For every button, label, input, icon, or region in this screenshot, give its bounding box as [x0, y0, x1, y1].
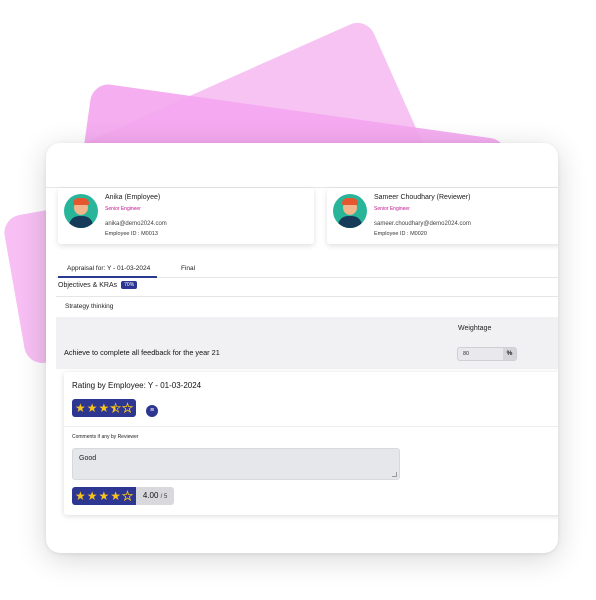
star-icon: ★ [98, 401, 110, 415]
employee-rating-title: Rating by Employee: Y - 01-03-2024 [72, 381, 202, 390]
weightage-unit: % [503, 348, 516, 360]
employee-name: Anika (Employee) [105, 194, 161, 201]
objectives-title: Objectives & KRAs [58, 282, 118, 289]
divider [56, 296, 558, 297]
kra-row: Weightage Achieve to complete all feedba… [56, 317, 558, 369]
weightage-value: 80 [463, 351, 470, 357]
objectives-percent-badge: 70% [121, 281, 138, 289]
reviewer-avatar [333, 194, 367, 228]
employee-email: anika@demo2024.com [105, 221, 167, 227]
objectives-header: Objectives & KRAs 70% [58, 281, 138, 289]
star-icon: ★ [75, 401, 86, 415]
half-star-icon: ★ [110, 401, 122, 416]
star-icon: ★ [110, 489, 122, 503]
final-star-rating: ★ ★ ★ ★ ★ [72, 487, 136, 505]
star-icon: ★ [86, 401, 98, 415]
reviewer-comments-label: Comments if any by Reviewer [72, 434, 139, 440]
final-score: 4.00 / 5 [135, 487, 175, 505]
weightage-label: Weightage [458, 325, 492, 332]
weightage-input[interactable]: 80 % [457, 347, 517, 361]
reviewer-role: Senior Engineer [374, 206, 410, 212]
comment-icon[interactable]: ≡ [146, 405, 158, 417]
kra-text: Achieve to complete all feedback for the… [64, 348, 220, 357]
reviewer-comments-text: Good [79, 455, 97, 462]
employee-star-rating: ★ ★ ★ ★ ★ [72, 399, 136, 417]
star-icon: ★ [98, 489, 110, 503]
empty-star-icon: ★ [122, 401, 134, 416]
active-tab-indicator [58, 276, 157, 278]
final-score-value: 4.00 [142, 491, 159, 500]
reviewer-comments-textarea[interactable]: Good [72, 448, 400, 480]
reviewer-name: Sameer Choudhary (Reviewer) [374, 194, 471, 201]
employee-card: Anika (Employee) Senior Engineer anika@d… [58, 188, 314, 244]
reviewer-id: Employee ID : M0020 [374, 231, 427, 237]
divider [64, 426, 558, 427]
resize-handle-icon[interactable] [392, 472, 397, 477]
tab-final[interactable]: Final [181, 265, 195, 272]
appraisal-panel: Anika (Employee) Senior Engineer anika@d… [46, 143, 558, 553]
final-rating: ★ ★ ★ ★ ★ 4.00 / 5 [72, 487, 175, 505]
tab-appraisal[interactable]: Appraisal for: Y - 01-03-2024 [67, 265, 150, 272]
reviewer-card: Sameer Choudhary (Reviewer) Senior Engin… [327, 188, 558, 244]
employee-id: Employee ID : M0013 [105, 231, 158, 237]
star-icon: ★ [75, 489, 86, 503]
employee-avatar [64, 194, 98, 228]
empty-star-icon: ★ [122, 489, 134, 504]
final-score-max: / 5 [160, 494, 168, 500]
tab-bar: Appraisal for: Y - 01-03-2024 Final [56, 261, 558, 278]
employee-role: Senior Engineer [105, 206, 141, 212]
kra-category: Strategy thinking [65, 303, 114, 310]
rating-card: Rating by Employee: Y - 01-03-2024 ★ ★ ★… [64, 372, 558, 515]
reviewer-email: sameer.choudhary@demo2024.com [374, 221, 471, 227]
star-icon: ★ [86, 489, 98, 503]
